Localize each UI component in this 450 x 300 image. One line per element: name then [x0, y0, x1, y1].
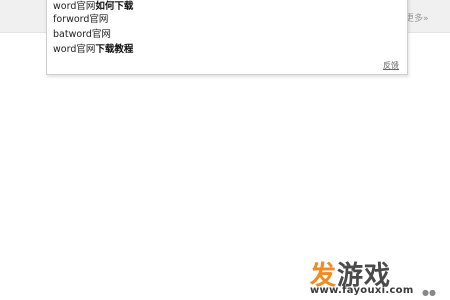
suggestion-item[interactable]: word官网如何下载 — [47, 0, 407, 12]
feedback-link[interactable]: 反馈 — [383, 60, 399, 71]
site-watermark: 发游戏 www.fayouxi.com ●● — [310, 255, 450, 300]
suggestion-list: word官网如何下载 forword官网 batword官网 word官网下载教… — [47, 0, 407, 57]
search-suggestion-dropdown: word官网如何下载 forword官网 batword官网 word官网下载教… — [46, 0, 408, 75]
suggestion-item[interactable]: word官网下载教程 — [47, 42, 407, 57]
watermark-url: www.fayouxi.com — [310, 285, 414, 296]
more-link[interactable]: 更多» — [405, 11, 429, 24]
dots-icon: ●● — [422, 288, 436, 297]
suggestion-item[interactable]: forword官网 — [47, 12, 407, 27]
suggestion-item[interactable]: batword官网 — [47, 27, 407, 42]
